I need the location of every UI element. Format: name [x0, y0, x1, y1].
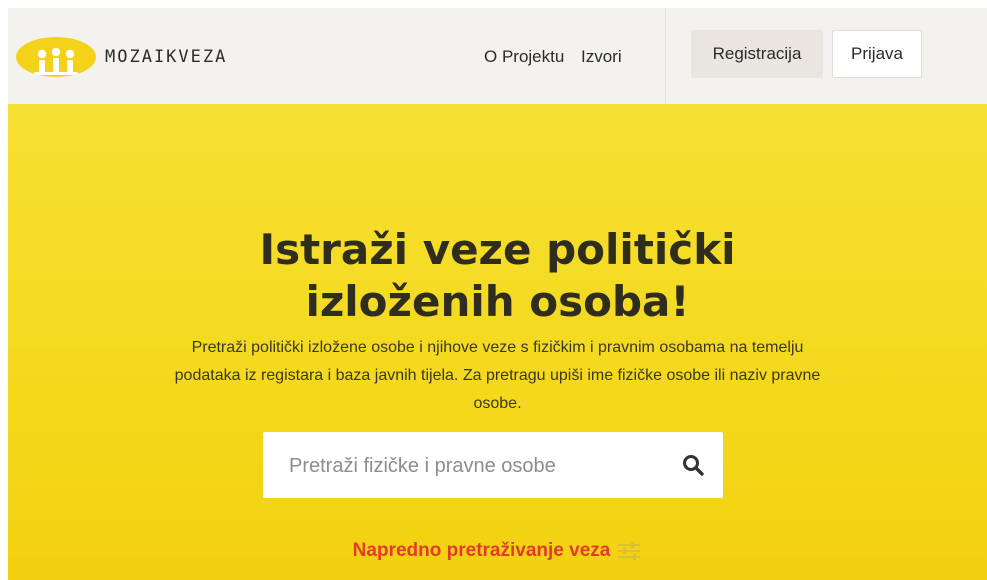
brand-name[interactable]: MOZAIKVEZA	[105, 47, 227, 67]
search-icon[interactable]	[681, 453, 705, 477]
hero-title-line-2: izloženih osoba!	[305, 277, 690, 326]
hero-title-line-1: Istraži veze politički	[259, 225, 736, 274]
top-header: MOZAIKVEZA O Projektu Izvori Registracij…	[8, 8, 987, 104]
login-button-label: Prijava	[851, 44, 903, 63]
search-input[interactable]	[287, 450, 651, 482]
hero-title: Istraži veze politički izloženih osoba!	[8, 224, 987, 328]
hero-section: Istraži veze politički izloženih osoba! …	[8, 104, 987, 580]
search-box	[263, 432, 723, 498]
register-button[interactable]: Registracija	[691, 30, 823, 78]
sliders-icon	[616, 541, 642, 561]
advanced-search-link[interactable]: Napredno pretraživanje veza	[8, 540, 987, 562]
page: MOZAIKVEZA O Projektu Izvori Registracij…	[0, 0, 987, 580]
nav-link-izvori[interactable]: Izvori	[581, 47, 622, 67]
login-button[interactable]: Prijava	[832, 30, 922, 78]
hero-description: Pretraži politički izložene osobe i njih…	[174, 339, 821, 412]
people-logo-icon[interactable]	[16, 35, 96, 79]
nav-link-o-projektu[interactable]: O Projektu	[484, 47, 564, 67]
header-divider	[665, 8, 666, 104]
register-button-label: Registracija	[712, 44, 802, 63]
advanced-search-label: Napredno pretraživanje veza	[352, 540, 611, 561]
